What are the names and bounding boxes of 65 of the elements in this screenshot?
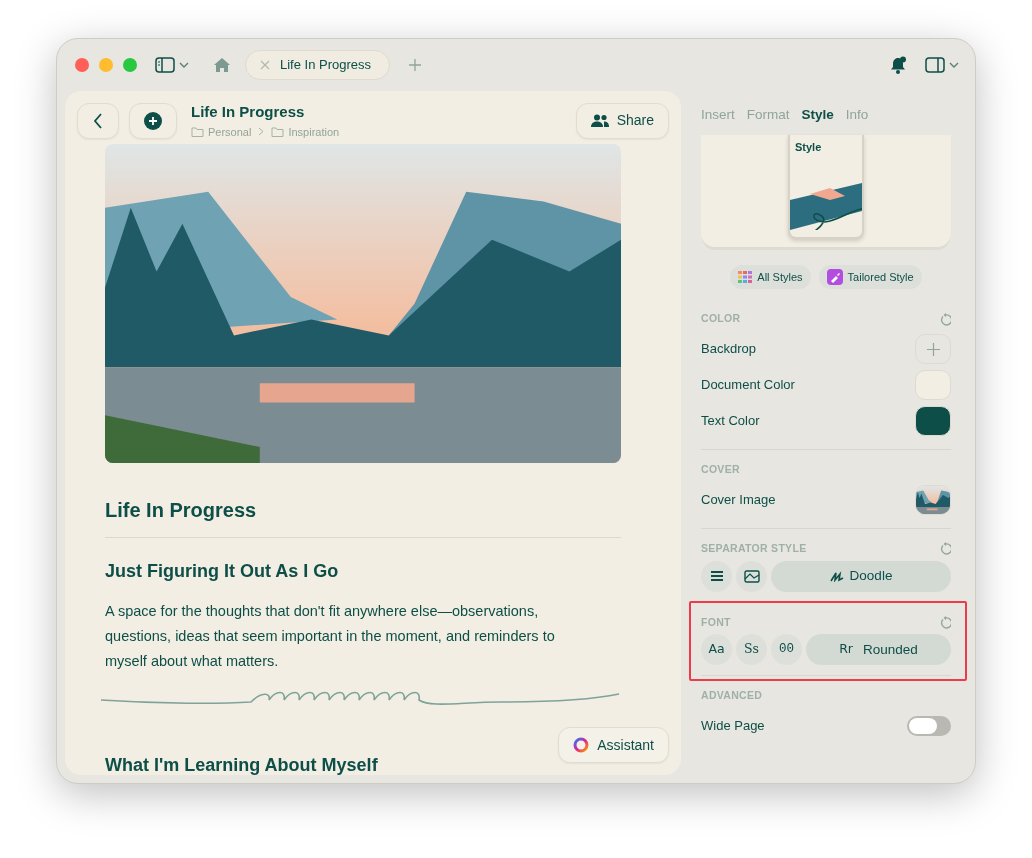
setting-label: Text Color (701, 412, 760, 431)
assistant-button[interactable]: Assistant (558, 727, 669, 763)
add-button[interactable] (129, 102, 177, 139)
folder-icon (271, 126, 285, 138)
reset-icon (939, 312, 951, 326)
section-heading: What I'm Learning About Myself (105, 754, 379, 775)
wide-page-switch[interactable] (907, 716, 951, 736)
setting-label: Cover Image (701, 491, 776, 509)
window-control-icon[interactable] (99, 58, 113, 72)
brush-icon (826, 269, 843, 286)
ring-icon (573, 737, 590, 753)
section-label: COVER (701, 462, 740, 477)
reset-button[interactable] (939, 615, 951, 629)
grid-icon (738, 271, 753, 284)
font-option-button[interactable]: Rr Rounded (806, 634, 951, 666)
reset-button[interactable] (939, 542, 951, 556)
bell-icon[interactable] (889, 56, 907, 74)
line-style-button[interactable] (701, 560, 732, 592)
section-heading: Just Figuring It Out As I Go (105, 560, 340, 583)
add-color-button[interactable] (915, 334, 951, 364)
inspector-tab[interactable]: Style (801, 105, 834, 126)
folder-icon (191, 126, 204, 138)
section-label: FONT (701, 614, 731, 630)
share-button[interactable]: Share (575, 102, 669, 139)
image-icon (743, 569, 760, 583)
plus-icon (926, 342, 940, 356)
reset-button[interactable] (939, 312, 951, 326)
people-icon (590, 114, 609, 127)
font-option-button[interactable]: Aa (701, 634, 732, 666)
document-title: Life In Progress (191, 102, 306, 122)
plus-circle-icon (144, 111, 162, 130)
section-label: SEPARATOR STYLE (701, 540, 807, 556)
back-icon (93, 112, 103, 129)
setting-label: Backdrop (701, 340, 756, 359)
font-option-button[interactable]: 00 (771, 634, 802, 666)
body-paragraph: A space for the thoughts that don't fit anywhere else—observations, questions, ideas that seem important in the moment, and reminders to myself about what matters. (105, 602, 556, 671)
squiggle-icon (829, 570, 844, 582)
back-button[interactable] (77, 102, 119, 139)
window-control-icon[interactable] (123, 58, 137, 72)
close-icon[interactable] (260, 60, 270, 70)
reset-icon (939, 542, 951, 556)
document-heading: Life In Progress (105, 498, 258, 523)
document-tab[interactable]: Life In Progress (245, 50, 391, 80)
setting-label: Document Color (701, 376, 795, 395)
chevron-icon (258, 127, 265, 137)
style-chip[interactable]: Tailored Style (818, 265, 922, 290)
chevron-down-icon (179, 62, 189, 68)
sidebar-toggle-button[interactable] (155, 57, 189, 73)
section-label: ADVANCED (701, 688, 763, 704)
font-option-button[interactable]: Ss (736, 634, 767, 666)
reset-icon (939, 615, 951, 629)
color-swatch[interactable] (915, 406, 951, 436)
window-control-icon[interactable] (75, 58, 89, 72)
cover-thumbnail[interactable] (915, 484, 951, 515)
preview-text: Style (794, 140, 823, 156)
chevron-down-icon (949, 62, 959, 68)
plus-icon[interactable] (408, 58, 423, 72)
inspector-toggle-button[interactable] (925, 57, 959, 73)
image-style-button[interactable] (736, 560, 767, 592)
style-chip[interactable]: All Styles (730, 265, 811, 290)
doodle-style-button[interactable]: Doodle (771, 560, 951, 592)
setting-label: Wide Page (701, 717, 765, 736)
home-icon[interactable] (213, 57, 231, 73)
lines-icon (710, 571, 723, 581)
section-label: COLOR (701, 311, 741, 327)
